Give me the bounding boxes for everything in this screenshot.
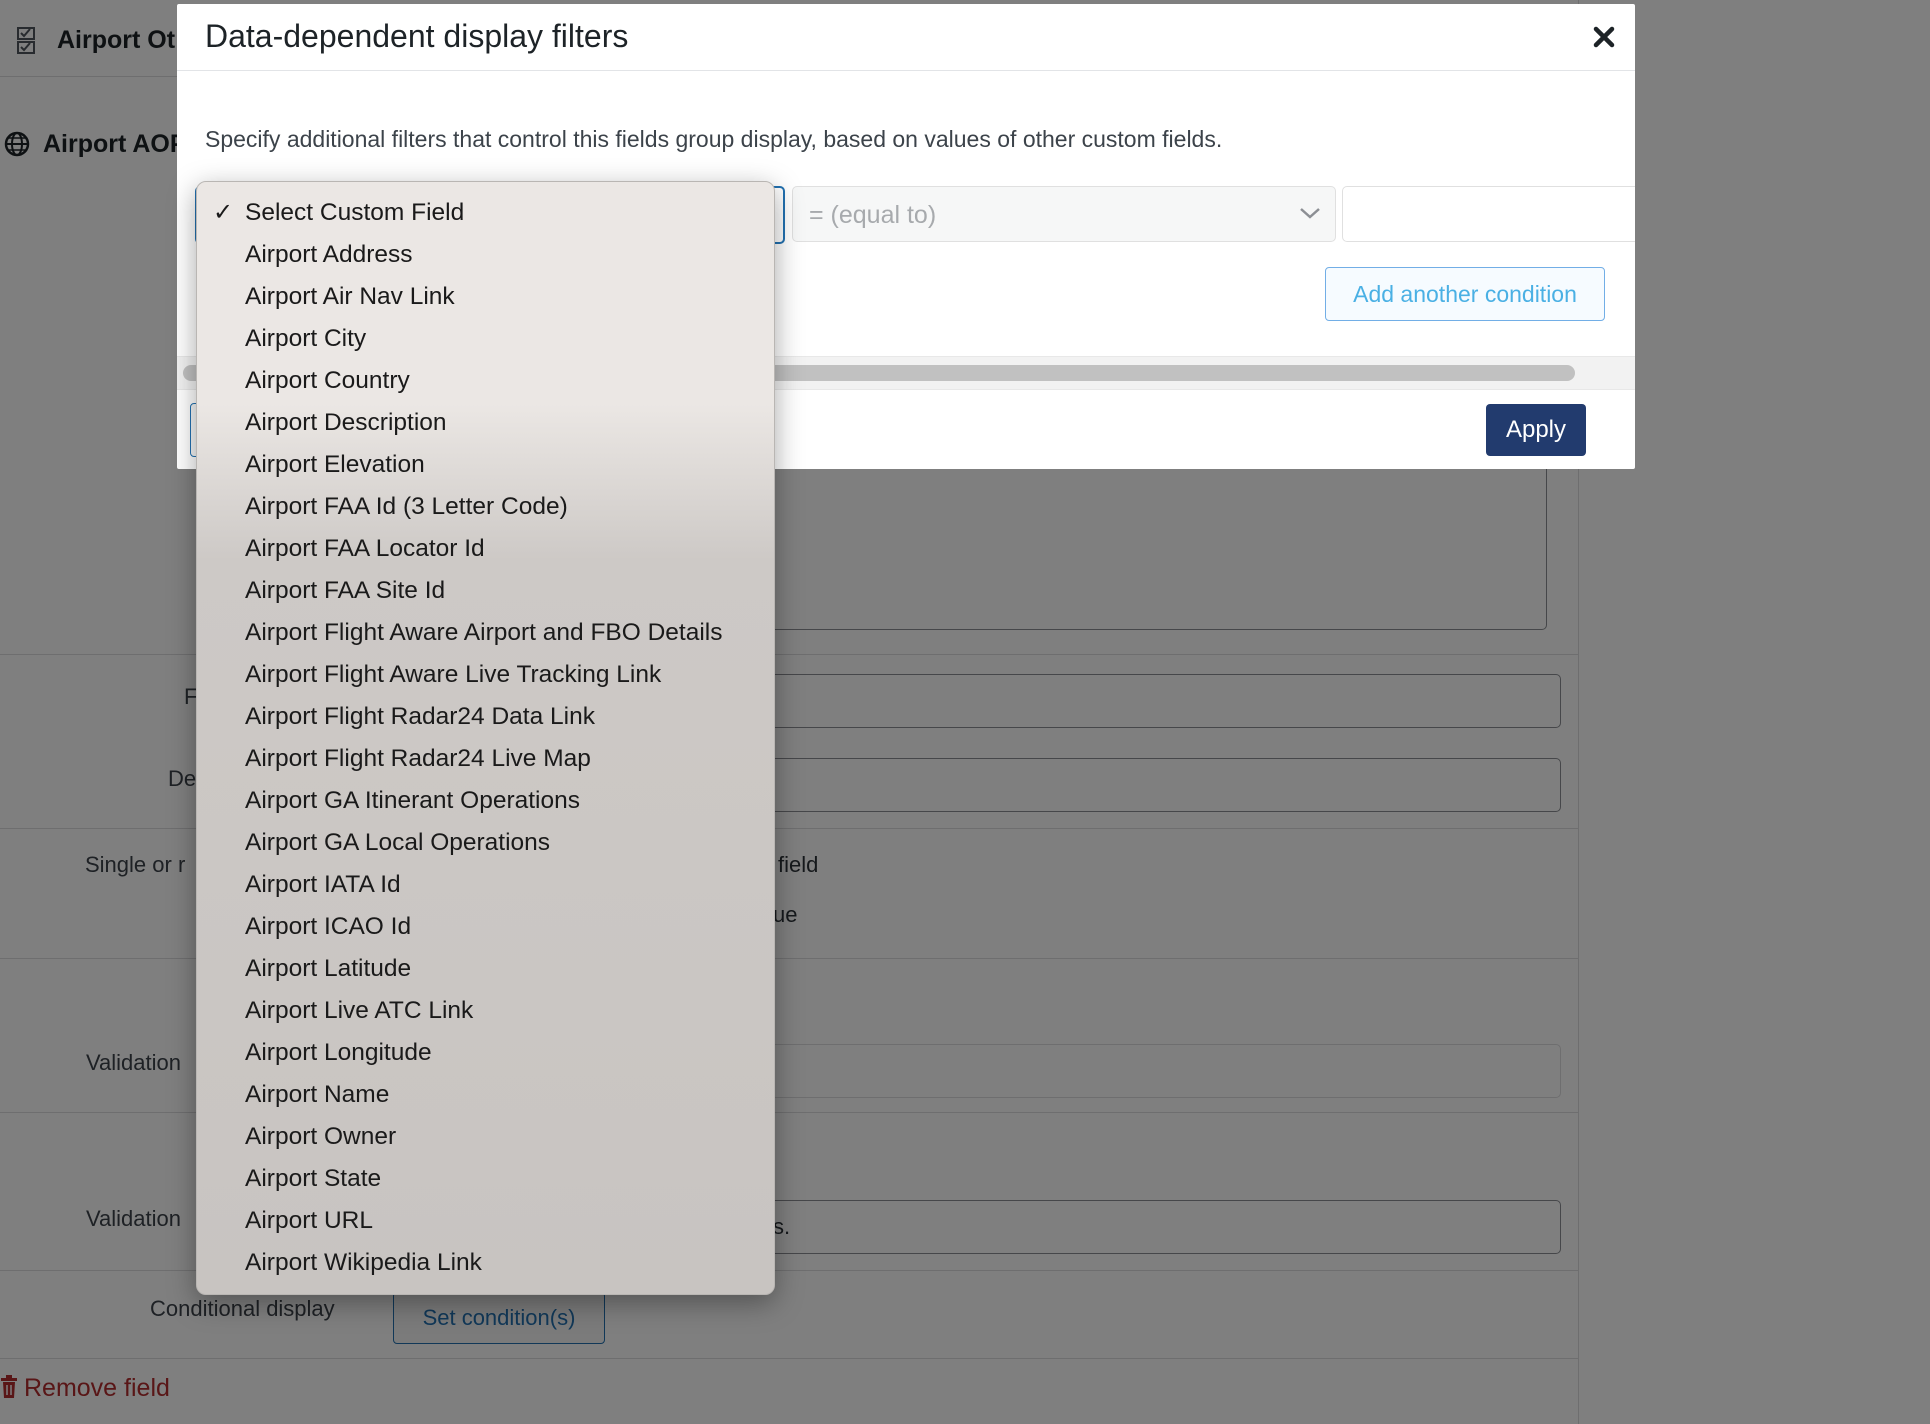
- custom-field-dropdown-list[interactable]: ✓ Select Custom Field Airport Address Airpo…: [196, 181, 775, 1295]
- dropdown-option-label: Select Custom Field: [245, 199, 465, 226]
- dropdown-option[interactable]: Airport Wikipedia Link: [197, 1242, 774, 1284]
- dropdown-option-label: Airport Air Nav Link: [245, 283, 455, 310]
- dropdown-option[interactable]: Airport Elevation: [197, 444, 774, 486]
- apply-button[interactable]: Apply: [1486, 404, 1586, 456]
- chevron-down-icon: [1299, 205, 1321, 221]
- operator-select[interactable]: = (equal to): [792, 186, 1336, 242]
- dropdown-option[interactable]: Airport IATA Id: [197, 864, 774, 906]
- dropdown-option-label: Airport GA Itinerant Operations: [245, 787, 580, 814]
- dropdown-option[interactable]: Airport Live ATC Link: [197, 990, 774, 1032]
- dropdown-option-label: Airport City: [245, 325, 367, 352]
- dropdown-option-label: Airport Owner: [245, 1123, 397, 1150]
- dropdown-option[interactable]: Airport ICAO Id: [197, 906, 774, 948]
- dropdown-option-label: Airport GA Local Operations: [245, 829, 551, 856]
- dialog-description: Specify additional filters that control …: [205, 126, 1223, 152]
- close-icon[interactable]: [1587, 20, 1621, 54]
- operator-value: = (equal to): [809, 201, 937, 229]
- dropdown-option-label: Airport FAA Site Id: [245, 577, 446, 604]
- dropdown-option[interactable]: Airport Country: [197, 360, 774, 402]
- dropdown-option[interactable]: Airport GA Itinerant Operations: [197, 780, 774, 822]
- dropdown-option-label: Airport Longitude: [245, 1039, 432, 1066]
- checkmark-icon: ✓: [213, 199, 234, 226]
- dropdown-option-label: Airport Address: [245, 241, 413, 268]
- dropdown-option-label: Airport FAA Id (3 Letter Code): [245, 493, 568, 520]
- dropdown-option[interactable]: Airport Description: [197, 402, 774, 444]
- dropdown-option-label: Airport URL: [245, 1207, 373, 1234]
- condition-value-input[interactable]: [1342, 186, 1635, 242]
- dropdown-option[interactable]: Airport FAA Site Id: [197, 570, 774, 612]
- dropdown-option[interactable]: Airport Name: [197, 1074, 774, 1116]
- dialog-title: Data-dependent display filters: [205, 18, 629, 54]
- dropdown-option-label: Airport Description: [245, 409, 447, 436]
- dropdown-option-label: Airport IATA Id: [245, 871, 401, 898]
- dropdown-option[interactable]: Airport Latitude: [197, 948, 774, 990]
- dropdown-option[interactable]: Airport Flight Radar24 Live Map: [197, 738, 774, 780]
- dropdown-option-label: Airport Latitude: [245, 955, 412, 982]
- dropdown-option[interactable]: Airport Address: [197, 234, 774, 276]
- dropdown-option[interactable]: ✓ Select Custom Field: [197, 192, 774, 234]
- dropdown-option[interactable]: Airport State: [197, 1158, 774, 1200]
- dropdown-option[interactable]: Airport City: [197, 318, 774, 360]
- dropdown-option-label: Airport Flight Aware Airport and FBO Det…: [245, 619, 723, 646]
- dropdown-option[interactable]: Airport FAA Locator Id: [197, 528, 774, 570]
- dropdown-option[interactable]: Airport URL: [197, 1200, 774, 1242]
- dropdown-option[interactable]: Airport Owner: [197, 1116, 774, 1158]
- dropdown-option-label: Airport ICAO Id: [245, 913, 412, 940]
- dropdown-option-label: Airport Live ATC Link: [245, 997, 474, 1024]
- dropdown-option-label: Airport Flight Aware Live Tracking Link: [245, 661, 662, 688]
- dropdown-option[interactable]: Airport GA Local Operations: [197, 822, 774, 864]
- dropdown-option-label: Airport Name: [245, 1081, 390, 1108]
- dropdown-option[interactable]: Airport FAA Id (3 Letter Code): [197, 486, 774, 528]
- dropdown-option-label: Airport FAA Locator Id: [245, 535, 485, 562]
- dropdown-option-label: Airport Wikipedia Link: [245, 1249, 482, 1276]
- dropdown-option[interactable]: Airport Flight Aware Airport and FBO Det…: [197, 612, 774, 654]
- dialog-header: Data-dependent display filters: [177, 4, 1635, 71]
- add-another-condition-button[interactable]: Add another condition: [1325, 267, 1605, 321]
- dropdown-option[interactable]: Airport Flight Radar24 Data Link: [197, 696, 774, 738]
- dropdown-option-label: Airport Elevation: [245, 451, 425, 478]
- dropdown-option-label: Airport Flight Radar24 Live Map: [245, 745, 591, 772]
- dropdown-option-label: Airport Flight Radar24 Data Link: [245, 703, 595, 730]
- dropdown-option[interactable]: Airport Flight Aware Live Tracking Link: [197, 654, 774, 696]
- dropdown-option[interactable]: Airport Longitude: [197, 1032, 774, 1074]
- dropdown-option-label: Airport Country: [245, 367, 410, 394]
- dropdown-option-label: Airport State: [245, 1165, 382, 1192]
- dropdown-option[interactable]: Airport Air Nav Link: [197, 276, 774, 318]
